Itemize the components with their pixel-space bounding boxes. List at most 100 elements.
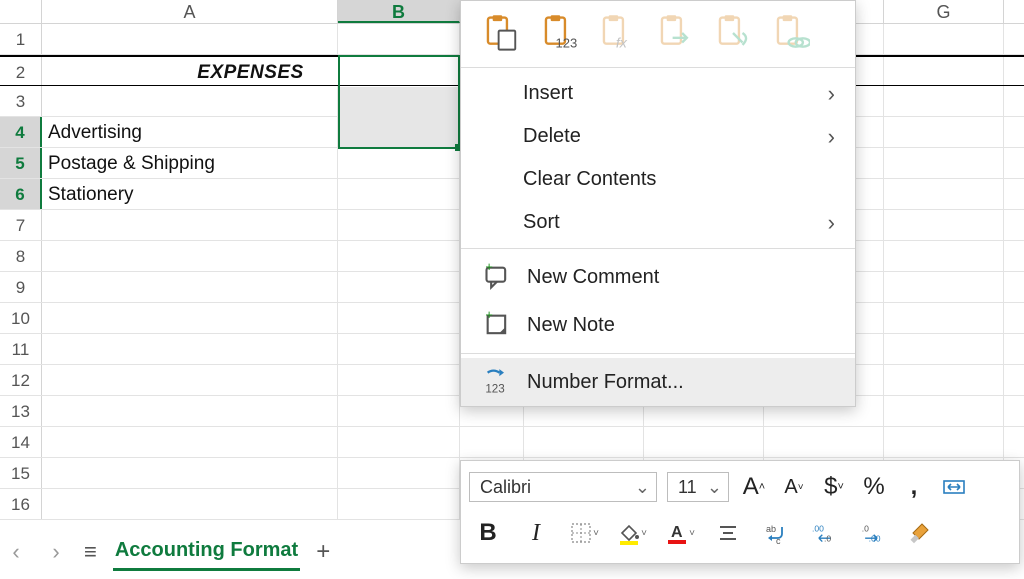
align-center-button[interactable] xyxy=(713,518,743,548)
cell[interactable] xyxy=(42,303,338,333)
grow-font-button[interactable]: A˄ xyxy=(739,472,769,502)
fill-color-button[interactable]: ˅ xyxy=(617,518,647,548)
cell[interactable] xyxy=(338,117,460,147)
cell[interactable] xyxy=(884,148,1004,178)
row-header[interactable]: 9 xyxy=(0,272,42,302)
cell[interactable] xyxy=(884,86,1004,116)
cell[interactable] xyxy=(884,117,1004,147)
cell[interactable] xyxy=(884,365,1004,395)
merge-center-button[interactable] xyxy=(939,472,969,502)
decrease-decimal-button[interactable]: .00.0 xyxy=(809,518,839,548)
cell[interactable] xyxy=(644,427,764,457)
cell[interactable] xyxy=(338,210,460,240)
cell[interactable] xyxy=(42,458,338,488)
wrap-text-button[interactable]: abc xyxy=(761,518,791,548)
row-header[interactable]: 14 xyxy=(0,427,42,457)
cell[interactable] xyxy=(884,303,1004,333)
percent-format-button[interactable]: % xyxy=(859,472,889,502)
cell[interactable] xyxy=(338,489,460,519)
cell[interactable] xyxy=(884,272,1004,302)
cell[interactable] xyxy=(338,427,460,457)
cell[interactable] xyxy=(338,334,460,364)
cell[interactable] xyxy=(884,210,1004,240)
increase-decimal-button[interactable]: .0.00 xyxy=(857,518,887,548)
cell[interactable] xyxy=(338,179,460,209)
cell[interactable] xyxy=(42,334,338,364)
cell[interactable] xyxy=(884,334,1004,364)
row-header[interactable]: 2 xyxy=(0,57,42,85)
row-header[interactable]: 13 xyxy=(0,396,42,426)
cell[interactable] xyxy=(884,24,1004,54)
cell[interactable] xyxy=(42,24,338,54)
cell[interactable]: Advertising xyxy=(42,117,338,147)
row-header[interactable]: 6 xyxy=(0,179,42,209)
cell[interactable] xyxy=(338,86,460,116)
col-header-b[interactable]: B xyxy=(338,0,460,23)
cell[interactable]: EXPENSES xyxy=(42,57,460,85)
italic-button[interactable]: I xyxy=(521,518,551,548)
format-painter-button[interactable] xyxy=(905,518,935,548)
paste-icon[interactable] xyxy=(479,11,523,55)
cell[interactable] xyxy=(42,241,338,271)
cell[interactable] xyxy=(42,86,338,116)
sheet-tab-active[interactable]: Accounting Format xyxy=(113,533,300,571)
comma-format-button[interactable]: , xyxy=(899,472,929,502)
row-header[interactable]: 8 xyxy=(0,241,42,271)
cell[interactable] xyxy=(338,241,460,271)
row-header[interactable]: 11 xyxy=(0,334,42,364)
cell[interactable] xyxy=(338,365,460,395)
row-header[interactable]: 3 xyxy=(0,86,42,116)
font-size-combo[interactable]: 11 ⌄ xyxy=(667,472,729,502)
menu-sort[interactable]: Sort › xyxy=(461,201,855,244)
cell[interactable] xyxy=(42,365,338,395)
cell[interactable] xyxy=(884,57,1004,85)
col-header-a[interactable]: A xyxy=(42,0,338,23)
cell[interactable] xyxy=(884,241,1004,271)
menu-delete[interactable]: Delete › xyxy=(461,115,855,158)
row-header[interactable]: 16 xyxy=(0,489,42,519)
accounting-format-button[interactable]: $˅ xyxy=(819,472,849,502)
cell[interactable]: Stationery xyxy=(42,179,338,209)
font-color-button[interactable]: A˅ xyxy=(665,518,695,548)
menu-clear-contents[interactable]: Clear Contents xyxy=(461,158,855,201)
cell[interactable] xyxy=(42,396,338,426)
menu-new-note[interactable]: + New Note xyxy=(461,301,855,349)
paste-values-icon[interactable]: 123 xyxy=(537,11,581,55)
row-header[interactable]: 4 xyxy=(0,117,42,147)
cell[interactable] xyxy=(524,427,644,457)
font-name-combo[interactable]: Calibri ⌄ xyxy=(469,472,657,502)
new-sheet-button[interactable]: + xyxy=(316,538,330,566)
cell[interactable] xyxy=(42,489,338,519)
cell[interactable] xyxy=(338,396,460,426)
row-header[interactable]: 1 xyxy=(0,24,42,54)
menu-number-format[interactable]: 123 Number Format... xyxy=(461,358,855,406)
row-header[interactable]: 12 xyxy=(0,365,42,395)
cell[interactable] xyxy=(338,24,460,54)
select-all-corner[interactable] xyxy=(0,0,42,23)
borders-button[interactable]: ˅ xyxy=(569,518,599,548)
tab-nav-prev[interactable]: ‹ xyxy=(4,539,28,565)
cell[interactable] xyxy=(884,427,1004,457)
tab-nav-next[interactable]: › xyxy=(44,539,68,565)
cell[interactable] xyxy=(460,427,524,457)
menu-new-comment[interactable]: + New Comment xyxy=(461,253,855,301)
col-header-g[interactable]: G xyxy=(884,0,1004,23)
cell[interactable] xyxy=(764,427,884,457)
bold-button[interactable]: B xyxy=(473,518,503,548)
cell[interactable] xyxy=(338,458,460,488)
row-header[interactable]: 5 xyxy=(0,148,42,178)
menu-insert[interactable]: Insert › xyxy=(461,72,855,115)
cell[interactable] xyxy=(338,148,460,178)
row-header[interactable]: 10 xyxy=(0,303,42,333)
cell[interactable] xyxy=(338,303,460,333)
cell[interactable] xyxy=(884,179,1004,209)
cell[interactable] xyxy=(42,272,338,302)
shrink-font-button[interactable]: A˅ xyxy=(779,472,809,502)
cell[interactable] xyxy=(42,427,338,457)
cell[interactable] xyxy=(42,210,338,240)
cell[interactable] xyxy=(884,396,1004,426)
all-sheets-button[interactable]: ≡ xyxy=(84,539,97,565)
cell[interactable] xyxy=(338,272,460,302)
row-header[interactable]: 7 xyxy=(0,210,42,240)
row-header[interactable]: 15 xyxy=(0,458,42,488)
